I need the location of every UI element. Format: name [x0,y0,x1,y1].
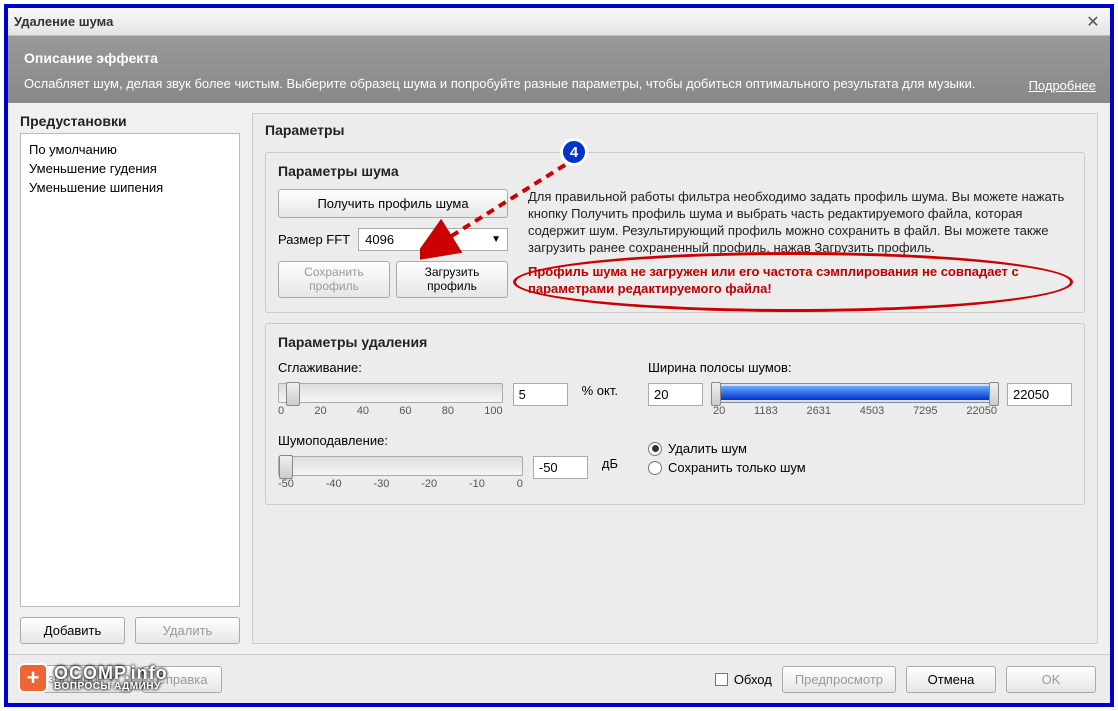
plus-icon: + [18,663,48,693]
band-ticks: 20 1183 2631 4503 7295 22050 [713,405,997,417]
presets-panel: Предустановки По умолчанию Уменьшение гу… [20,113,240,644]
profile-error-text: Профиль шума не загружен или его частота… [528,264,1072,298]
description-text: Ослабляет шум, делая звук более чистым. … [24,76,1094,93]
reduction-slider[interactable] [278,456,523,476]
noise-params-title: Параметры шума [278,163,1072,179]
reduction-input[interactable] [533,456,588,479]
presets-list[interactable]: По умолчанию Уменьшение гудения Уменьшен… [20,133,240,607]
smoothing-slider[interactable] [278,383,503,403]
range-thumb-high[interactable] [989,382,999,406]
description-title: Описание эффекта [24,50,1094,66]
smoothing-ticks: 0 20 40 60 80 100 [278,405,503,417]
parameters-title: Параметры [265,122,1085,138]
preset-item[interactable]: Уменьшение гудения [29,159,231,178]
band-high-input[interactable] [1007,383,1072,406]
get-profile-button[interactable]: Получить профиль шума [278,189,508,218]
noise-params-group: Параметры шума Получить профиль шума Раз… [265,152,1085,313]
bypass-checkbox[interactable]: Обход [715,672,772,687]
preview-button[interactable]: Предпросмотр [782,666,896,693]
slider-thumb[interactable] [279,455,293,479]
slider-thumb[interactable] [286,382,300,406]
smoothing-unit: % окт. [582,383,618,398]
preset-item[interactable]: Уменьшение шипения [29,178,231,197]
description-panel: Описание эффекта Ослабляет шум, делая зв… [8,36,1110,103]
reduction-label: Шумоподавление: [278,433,618,448]
noise-removal-dialog: Удаление шума ✕ Описание эффекта Ослабля… [4,4,1114,707]
reduction-unit: дБ [602,456,618,471]
removal-params-group: Параметры удаления Сглаживание: 0 [265,323,1085,505]
range-thumb-low[interactable] [711,382,721,406]
titlebar: Удаление шума ✕ [8,8,1110,36]
more-link[interactable]: Подробнее [1029,78,1096,93]
watermark-top: OCOMP.info [54,664,168,682]
preset-item[interactable]: По умолчанию [29,140,231,159]
radio-icon [648,442,662,456]
remove-preset-button[interactable]: Удалить [135,617,240,644]
ok-button[interactable]: OK [1006,666,1096,693]
load-profile-button[interactable]: Загрузить профиль [396,261,508,298]
checkbox-icon [715,673,728,686]
dialog-title: Удаление шума [14,14,1082,29]
add-preset-button[interactable]: Добавить [20,617,125,644]
noise-help-text: Для правильной работы фильтра необходимо… [528,189,1072,257]
cancel-button[interactable]: Отмена [906,666,996,693]
watermark: + OCOMP.info ВОПРОСЫ АДМИНУ [18,663,168,693]
parameters-panel: Параметры Параметры шума Получить профил… [252,113,1098,644]
band-label: Ширина полосы шумов: [648,360,1072,375]
band-range-slider[interactable] [713,383,997,403]
smoothing-label: Сглаживание: [278,360,618,375]
presets-title: Предустановки [20,113,240,129]
removal-params-title: Параметры удаления [278,334,1072,350]
radio-icon [648,461,662,475]
chevron-down-icon: ▼ [491,234,501,245]
fft-label: Размер FFT [278,232,350,247]
watermark-bottom: ВОПРОСЫ АДМИНУ [54,682,168,692]
smoothing-input[interactable] [513,383,568,406]
mode-keep-radio[interactable]: Сохранить только шум [648,460,1072,475]
mode-remove-radio[interactable]: Удалить шум [648,441,1072,456]
reduction-ticks: -50 -40 -30 -20 -10 0 [278,478,523,490]
fft-dropdown[interactable]: 4096 ▼ [358,228,508,251]
band-low-input[interactable] [648,383,703,406]
fft-value: 4096 [365,232,394,247]
dialog-footer: Избранное ▾ Справка Обход Предпросмотр О… [8,654,1110,703]
annotation-badge: 4 [560,138,588,166]
close-icon[interactable]: ✕ [1082,11,1104,33]
save-profile-button[interactable]: Сохранить профиль [278,261,390,298]
